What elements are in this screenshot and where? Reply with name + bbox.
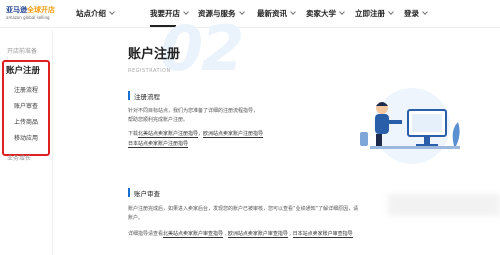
brand-subtitle: amazon global selling: [6, 15, 50, 20]
nav-item-university[interactable]: 卖家大学: [306, 8, 345, 19]
link-eu-registration-guide[interactable]: 欧洲站点卖家账户注册指导: [203, 131, 264, 138]
chevron-down-icon: [290, 9, 296, 15]
sidebar-title[interactable]: 账户注册: [6, 64, 40, 76]
section-title-registration: 注册流程: [134, 93, 160, 101]
section1-text-line1: 针对不同目标站点，我们为您准备了详细的注册流程指导，: [128, 108, 259, 114]
section1-download-line2: 日本站点卖家账户注册指导: [128, 140, 189, 148]
page-title: 账户注册: [128, 47, 181, 62]
link-jp-review-guide[interactable]: 日本站点卖家账户审查指导: [292, 231, 353, 238]
brand-name: 亚马逊全球开店: [6, 6, 55, 14]
nav-item-login[interactable]: 登录: [404, 8, 428, 19]
nav-item-register[interactable]: 立即注册: [355, 8, 394, 19]
sidebar-item-registration-flow[interactable]: 注册流程: [14, 85, 38, 94]
sidebar-section-growth[interactable]: 业务增长: [7, 153, 31, 162]
section1-download-line: 下载北美站点卖家账户注册指导，欧洲站点卖家账户注册指导: [128, 131, 264, 138]
section1-text-line2: 帮助您顺利完成账户注册。: [128, 117, 189, 123]
sidebar-item-mobile-app[interactable]: 移动应用: [14, 133, 38, 142]
link-jp-registration-guide[interactable]: 日本站点卖家账户注册指导: [128, 141, 189, 148]
sidebar-item-account-review[interactable]: 账户审查: [14, 101, 38, 110]
link-na-review-guide[interactable]: 北美站点卖家账户审查指导: [163, 231, 224, 238]
link-eu-review-guide[interactable]: 欧洲站点卖家账户审查指导: [227, 231, 288, 238]
blurred-overlay: [388, 194, 500, 216]
section-marker: [128, 188, 130, 197]
sidebar-section-prep[interactable]: 开店前准备: [7, 46, 37, 55]
top-nav-bar: 亚马逊全球开店 amazon global selling 站点介绍 我要开店 …: [0, 0, 500, 28]
nav-item-news[interactable]: 最新资讯: [257, 8, 296, 19]
sidebar-divider: [52, 30, 53, 255]
chevron-down-icon: [388, 9, 394, 15]
section2-text-line2: 账户。: [128, 215, 144, 221]
page-subtitle: REGISTRATION: [128, 68, 171, 74]
section2-text-line1: 账户注册完成后，如果进入卖家后台，发现您的账户已被审核，您可以查看“业绩通知”了…: [128, 206, 359, 212]
link-na-registration-guide[interactable]: 北美站点卖家账户注册指导: [138, 131, 199, 138]
brand-logo[interactable]: 亚马逊全球开店 amazon global selling: [6, 5, 61, 23]
chevron-down-icon: [339, 9, 345, 15]
section-marker: [128, 91, 130, 100]
chevron-down-icon: [109, 9, 115, 15]
chevron-down-icon: [422, 9, 428, 15]
section-title-account-review: 账户审查: [134, 190, 160, 198]
person-at-computer-illustration: [360, 88, 460, 164]
nav-item-sites[interactable]: 站点介绍: [76, 8, 115, 19]
sidebar-item-upload-products[interactable]: 上传商品: [14, 117, 38, 126]
section2-guide-line: 详细指导请查看北美站点卖家账户审查指导 , 欧洲站点卖家账户审查指导 , 日本站…: [128, 231, 353, 238]
